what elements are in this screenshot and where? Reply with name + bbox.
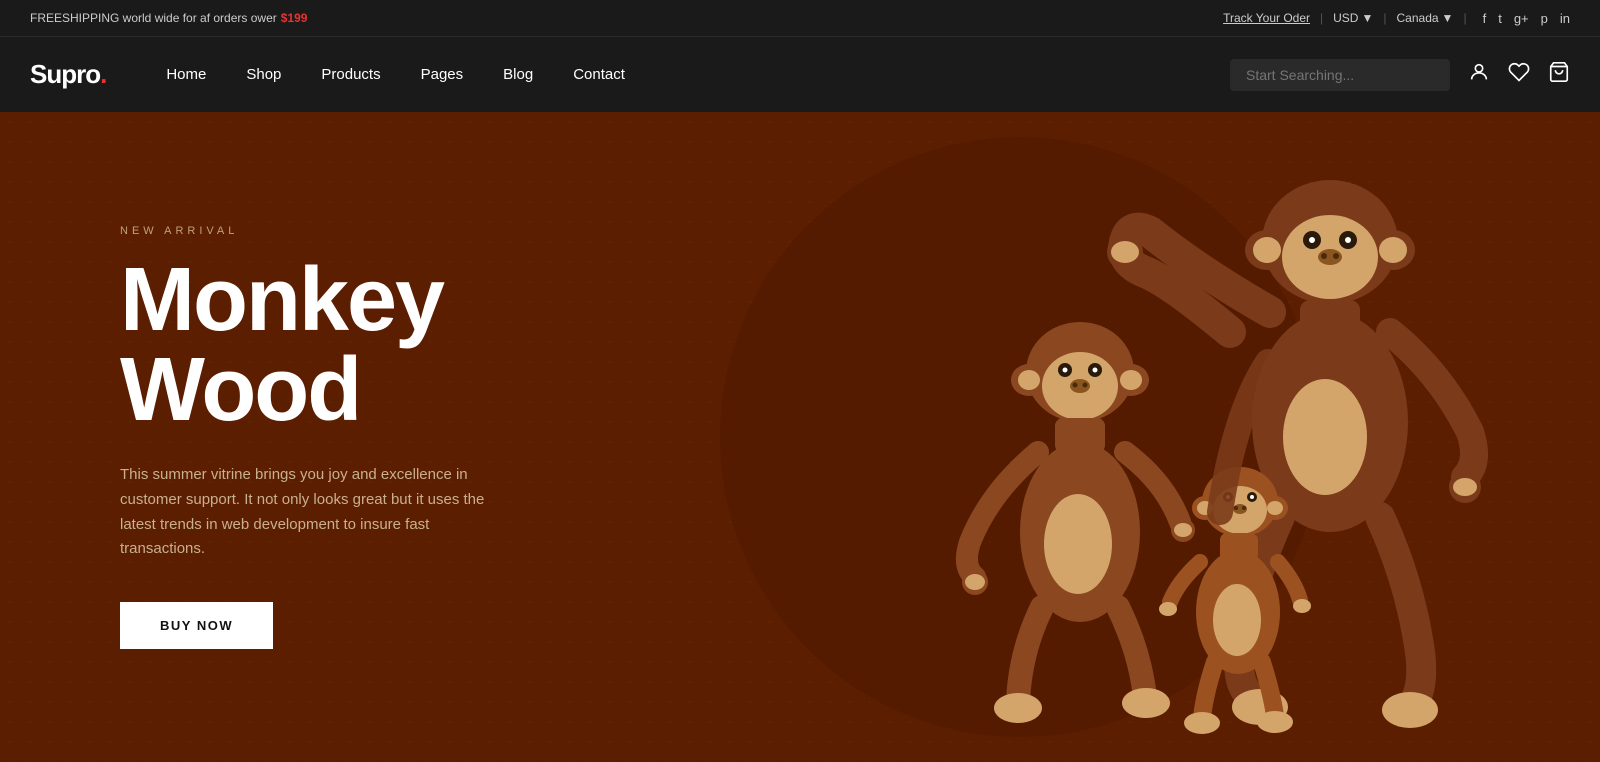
divider-3: | — [1463, 11, 1466, 25]
hero-content: NEW ARRIVAL Monkey Wood This summer vitr… — [0, 225, 500, 649]
logo[interactable]: Supro. — [30, 59, 106, 90]
hero-title-line1: Monkey — [120, 250, 443, 350]
logo-dot: . — [100, 59, 106, 89]
currency-dropdown[interactable]: USD ▼ — [1333, 11, 1373, 25]
hero-product-image — [780, 122, 1540, 762]
nav-pages[interactable]: Pages — [421, 66, 464, 83]
hero-subtitle: NEW ARRIVAL — [120, 225, 500, 237]
social-icons: f t g+ p in — [1483, 11, 1570, 26]
nav-home[interactable]: Home — [166, 66, 206, 83]
search-input[interactable] — [1230, 59, 1450, 91]
monkeys-svg — [770, 132, 1520, 762]
nav-icons — [1468, 61, 1570, 89]
divider-2: | — [1383, 11, 1386, 25]
shipping-price: $199 — [281, 11, 308, 25]
nav-links: Home Shop Products Pages Blog Contact — [166, 66, 1230, 83]
facebook-icon[interactable]: f — [1483, 11, 1487, 26]
cart-icon[interactable] — [1548, 61, 1570, 89]
shipping-text: FREESHIPPING world wide for af orders ow… — [30, 11, 277, 25]
track-order-link[interactable]: Track Your Oder — [1223, 11, 1310, 25]
hero-section: NEW ARRIVAL Monkey Wood This summer vitr… — [0, 112, 1600, 762]
hero-title: Monkey Wood — [120, 255, 500, 435]
buy-now-button[interactable]: BUY NOW — [120, 602, 273, 649]
nav-shop[interactable]: Shop — [246, 66, 281, 83]
nav-products[interactable]: Products — [321, 66, 380, 83]
region-dropdown[interactable]: Canada ▼ — [1397, 11, 1454, 25]
currency-label: USD — [1333, 11, 1358, 25]
pinterest-icon[interactable]: p — [1541, 11, 1548, 26]
region-chevron-icon: ▼ — [1442, 11, 1454, 25]
currency-chevron-icon: ▼ — [1361, 11, 1373, 25]
nav-contact[interactable]: Contact — [573, 66, 625, 83]
top-bar-right: Track Your Oder | USD ▼ | Canada ▼ | f t… — [1223, 11, 1570, 26]
nav-right — [1230, 59, 1570, 91]
top-bar: FREESHIPPING world wide for af orders ow… — [0, 0, 1600, 36]
divider-1: | — [1320, 11, 1323, 25]
wishlist-icon[interactable] — [1508, 61, 1530, 89]
account-icon[interactable] — [1468, 61, 1490, 89]
region-label: Canada — [1397, 11, 1439, 25]
instagram-icon[interactable]: in — [1560, 11, 1570, 26]
shipping-notice: FREESHIPPING world wide for af orders ow… — [30, 11, 307, 25]
googleplus-icon[interactable]: g+ — [1514, 11, 1529, 26]
navbar: Supro. Home Shop Products Pages Blog Con… — [0, 36, 1600, 112]
nav-blog[interactable]: Blog — [503, 66, 533, 83]
hero-title-line2: Wood — [120, 340, 360, 440]
twitter-icon[interactable]: t — [1498, 11, 1502, 26]
hero-description: This summer vitrine brings you joy and e… — [120, 463, 500, 562]
logo-text: Supro — [30, 59, 100, 89]
